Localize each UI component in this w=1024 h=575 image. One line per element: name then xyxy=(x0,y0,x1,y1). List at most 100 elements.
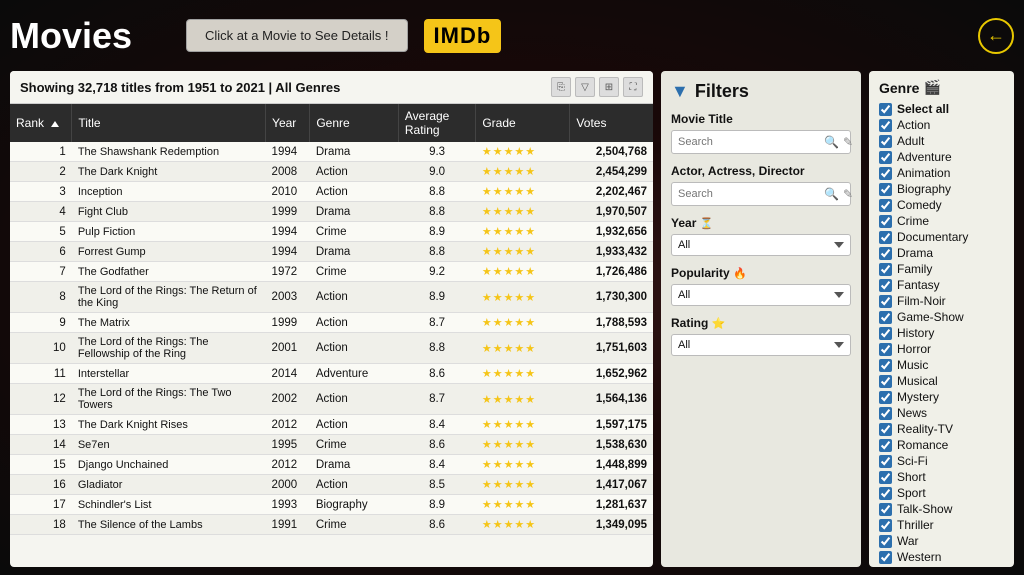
th-rank[interactable]: Rank xyxy=(10,104,72,142)
genre-checkbox-27[interactable] xyxy=(879,535,892,548)
th-year[interactable]: Year xyxy=(266,104,310,142)
genre-checkbox-5[interactable] xyxy=(879,183,892,196)
clear-actor-icon[interactable]: ✎ xyxy=(843,187,853,201)
table-row[interactable]: 16 Gladiator 2000 Action 8.5 ★★★★★ 1,417… xyxy=(10,475,653,495)
table-row[interactable]: 17 Schindler's List 1993 Biography 8.9 ★… xyxy=(10,495,653,515)
genre-checkbox-15[interactable] xyxy=(879,343,892,356)
click-hint-button[interactable]: Click at a Movie to See Details ! xyxy=(186,19,408,52)
genre-item-fantasy[interactable]: Fantasy xyxy=(879,278,1004,292)
genre-checkbox-12[interactable] xyxy=(879,295,892,308)
movie-title-input[interactable] xyxy=(678,136,820,148)
genre-item-news[interactable]: News xyxy=(879,406,1004,420)
genre-select-all[interactable]: Select all xyxy=(879,102,1004,116)
table-row[interactable]: 3 Inception 2010 Action 8.8 ★★★★★ 2,202,… xyxy=(10,182,653,202)
genre-checkbox-14[interactable] xyxy=(879,327,892,340)
table-row[interactable]: 2 The Dark Knight 2008 Action 9.0 ★★★★★ … xyxy=(10,162,653,182)
genre-item-game-show[interactable]: Game-Show xyxy=(879,310,1004,324)
th-title[interactable]: Title xyxy=(72,104,266,142)
copy-icon-btn[interactable]: ⎘ xyxy=(551,77,571,97)
actor-input[interactable] xyxy=(678,188,820,200)
genre-item-crime[interactable]: Crime xyxy=(879,214,1004,228)
genre-item-horror[interactable]: Horror xyxy=(879,342,1004,356)
genre-item-western[interactable]: Western xyxy=(879,550,1004,564)
genre-item-music[interactable]: Music xyxy=(879,358,1004,372)
table-row[interactable]: 12 The Lord of the Rings: The Two Towers… xyxy=(10,384,653,415)
genre-item-adult[interactable]: Adult xyxy=(879,134,1004,148)
genre-item-thriller[interactable]: Thriller xyxy=(879,518,1004,532)
genre-checkbox-20[interactable] xyxy=(879,423,892,436)
genre-item-biography[interactable]: Biography xyxy=(879,182,1004,196)
table-row[interactable]: 11 Interstellar 2014 Adventure 8.6 ★★★★★… xyxy=(10,364,653,384)
genre-item-comedy[interactable]: Comedy xyxy=(879,198,1004,212)
table-row[interactable]: 6 Forrest Gump 1994 Drama 8.8 ★★★★★ 1,93… xyxy=(10,242,653,262)
genre-item-reality-tv[interactable]: Reality-TV xyxy=(879,422,1004,436)
genre-checkbox-26[interactable] xyxy=(879,519,892,532)
table-row[interactable]: 1 The Shawshank Redemption 1994 Drama 9.… xyxy=(10,142,653,162)
genre-item-sci-fi[interactable]: Sci-Fi xyxy=(879,454,1004,468)
genre-checkbox-28[interactable] xyxy=(879,551,892,564)
table-row[interactable]: 9 The Matrix 1999 Action 8.7 ★★★★★ 1,788… xyxy=(10,313,653,333)
clear-movie-title-icon[interactable]: ✎ xyxy=(843,135,853,149)
genre-checkbox-23[interactable] xyxy=(879,471,892,484)
genre-item-short[interactable]: Short xyxy=(879,470,1004,484)
table-row[interactable]: 18 The Silence of the Lambs 1991 Crime 8… xyxy=(10,515,653,535)
genre-item-film-noir[interactable]: Film-Noir xyxy=(879,294,1004,308)
genre-item-mystery[interactable]: Mystery xyxy=(879,390,1004,404)
genre-item-action[interactable]: Action xyxy=(879,118,1004,132)
genre-checkbox-24[interactable] xyxy=(879,487,892,500)
grid-icon-btn[interactable]: ⊞ xyxy=(599,77,619,97)
table-row[interactable]: 7 The Godfather 1972 Crime 9.2 ★★★★★ 1,7… xyxy=(10,262,653,282)
genre-checkbox-25[interactable] xyxy=(879,503,892,516)
th-grade[interactable]: Grade xyxy=(476,104,570,142)
genre-item-history[interactable]: History xyxy=(879,326,1004,340)
genre-checkbox-11[interactable] xyxy=(879,279,892,292)
genre-checkbox-0[interactable] xyxy=(879,103,892,116)
th-avg-rating[interactable]: AverageRating xyxy=(398,104,475,142)
expand-icon-btn[interactable]: ⛶ xyxy=(623,77,643,97)
table-section: Showing 32,718 titles from 1951 to 2021 … xyxy=(10,71,653,567)
table-row[interactable]: 13 The Dark Knight Rises 2012 Action 8.4… xyxy=(10,415,653,435)
filter-icon-btn[interactable]: ▽ xyxy=(575,77,595,97)
th-genre[interactable]: Genre xyxy=(310,104,399,142)
genre-item-sport[interactable]: Sport xyxy=(879,486,1004,500)
genre-checkbox-6[interactable] xyxy=(879,199,892,212)
genre-item-drama[interactable]: Drama xyxy=(879,246,1004,260)
table-row[interactable]: 14 Se7en 1995 Crime 8.6 ★★★★★ 1,538,630 xyxy=(10,435,653,455)
genre-item-adventure[interactable]: Adventure xyxy=(879,150,1004,164)
popularity-dropdown[interactable]: All xyxy=(671,284,851,306)
genre-checkbox-18[interactable] xyxy=(879,391,892,404)
table-row[interactable]: 15 Django Unchained 2012 Drama 8.4 ★★★★★… xyxy=(10,455,653,475)
back-button[interactable]: ← xyxy=(978,18,1014,54)
genre-item-musical[interactable]: Musical xyxy=(879,374,1004,388)
genre-item-animation[interactable]: Animation xyxy=(879,166,1004,180)
genre-checkbox-22[interactable] xyxy=(879,455,892,468)
genre-item-romance[interactable]: Romance xyxy=(879,438,1004,452)
genre-checkbox-19[interactable] xyxy=(879,407,892,420)
table-row[interactable]: 8 The Lord of the Rings: The Return of t… xyxy=(10,282,653,313)
rating-dropdown[interactable]: All xyxy=(671,334,851,356)
genre-checkbox-17[interactable] xyxy=(879,375,892,388)
genre-item-family[interactable]: Family xyxy=(879,262,1004,276)
th-votes[interactable]: Votes xyxy=(570,104,653,142)
genre-item-war[interactable]: War xyxy=(879,534,1004,548)
table-row[interactable]: 5 Pulp Fiction 1994 Crime 8.9 ★★★★★ 1,93… xyxy=(10,222,653,242)
year-dropdown[interactable]: All xyxy=(671,234,851,256)
genre-item-talk-show[interactable]: Talk-Show xyxy=(879,502,1004,516)
genre-checkbox-9[interactable] xyxy=(879,247,892,260)
genre-checkbox-1[interactable] xyxy=(879,119,892,132)
genre-checkbox-8[interactable] xyxy=(879,231,892,244)
genre-checkbox-3[interactable] xyxy=(879,151,892,164)
genre-checkbox-16[interactable] xyxy=(879,359,892,372)
genre-checkbox-7[interactable] xyxy=(879,215,892,228)
table-row[interactable]: 4 Fight Club 1999 Drama 8.8 ★★★★★ 1,970,… xyxy=(10,202,653,222)
table-row[interactable]: 10 The Lord of the Rings: The Fellowship… xyxy=(10,333,653,364)
genre-checkbox-13[interactable] xyxy=(879,311,892,324)
genre-checkbox-10[interactable] xyxy=(879,263,892,276)
genre-checkbox-21[interactable] xyxy=(879,439,892,452)
genre-checkbox-4[interactable] xyxy=(879,167,892,180)
table-wrapper[interactable]: Rank Title Year Genre AverageRating Grad… xyxy=(10,104,653,567)
rank-sort-arrow[interactable] xyxy=(51,121,59,127)
genre-item-documentary[interactable]: Documentary xyxy=(879,230,1004,244)
td-rank: 17 xyxy=(10,495,72,515)
genre-checkbox-2[interactable] xyxy=(879,135,892,148)
